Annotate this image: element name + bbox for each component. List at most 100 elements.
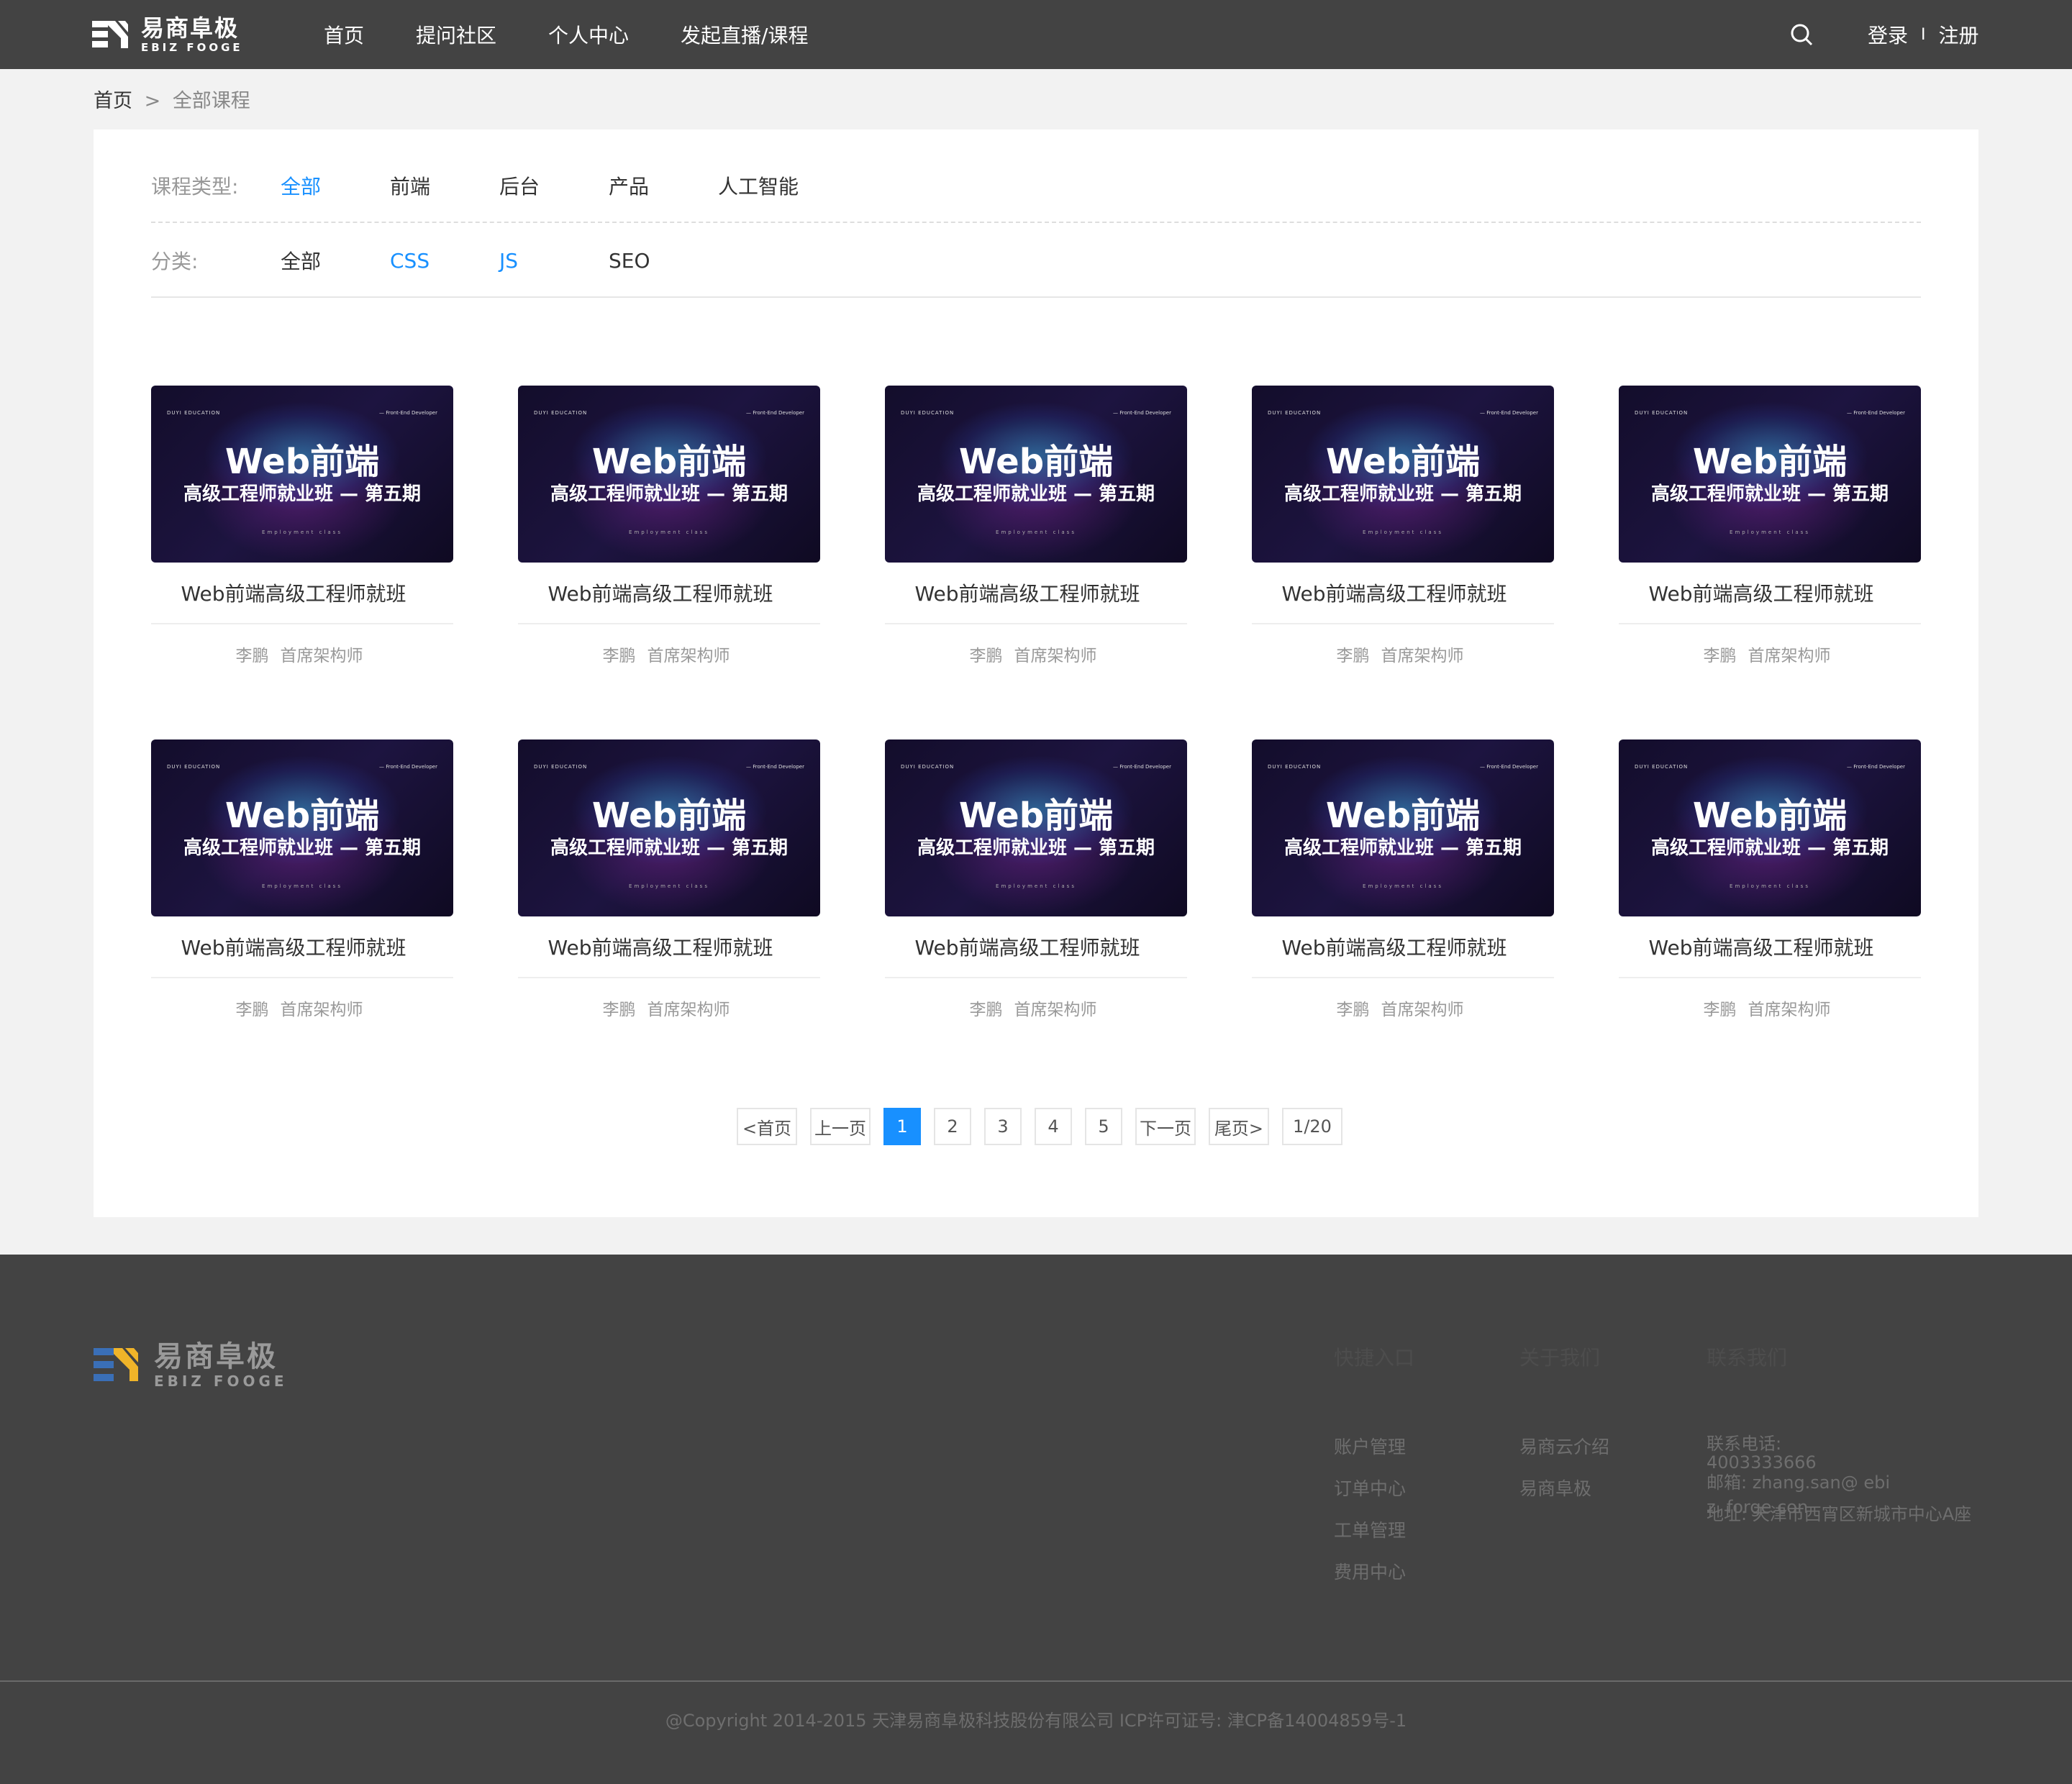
course-teacher: 李鹏 (969, 647, 1003, 665)
course-thumbnail[interactable]: DUYI EDUCATION — Front-End Developer Web… (1252, 386, 1554, 563)
course-thumbnail[interactable]: DUYI EDUCATION — Front-End Developer Web… (1619, 739, 1921, 916)
course-title[interactable]: Web前端高级工程师就班 (151, 578, 453, 607)
page-button-3[interactable]: 3 (984, 1108, 1022, 1145)
nav-home[interactable]: 首页 (324, 20, 364, 49)
thumbnail-title: Web前端 (591, 442, 747, 482)
thumbnail-caption: Employment class (996, 529, 1076, 535)
footer-link-company[interactable]: 易商阜极 (1519, 1475, 1609, 1516)
type-option-backend[interactable]: 后台 (499, 171, 563, 200)
footer-link-orders[interactable]: 订单中心 (1334, 1475, 1414, 1516)
course-title[interactable]: Web前端高级工程师就班 (1619, 932, 1921, 961)
type-option-product[interactable]: 产品 (609, 171, 672, 200)
page-next-button[interactable]: 下一页 (1135, 1108, 1196, 1145)
course-card[interactable]: DUYI EDUCATION — Front-End Developer Web… (1252, 739, 1554, 1019)
breadcrumb-current: 全部课程 (172, 90, 250, 112)
page-button-1[interactable]: 1 (883, 1108, 921, 1145)
course-teacher-role: 首席架构师 (1014, 1001, 1097, 1019)
category-filter: 分类: 全部 CSS JS SEO (151, 246, 718, 275)
course-card-divider (885, 623, 1187, 624)
course-thumbnail[interactable]: DUYI EDUCATION — Front-End Developer Web… (1619, 386, 1921, 563)
course-meta: 李鹏 首席架构师 (885, 996, 1187, 1020)
course-card[interactable]: DUYI EDUCATION — Front-End Developer Web… (885, 386, 1187, 665)
footer-logo-text-en: EBIZ FOOGE (154, 1373, 288, 1390)
type-option-frontend[interactable]: 前端 (390, 171, 453, 200)
page-last-button[interactable]: 尾页> (1209, 1108, 1269, 1145)
thumbnail-corner: — Front-End Developer (379, 410, 437, 416)
thumbnail-subtitle: 高级工程师就业班 — 第五期 (1283, 837, 1522, 859)
page-button-4[interactable]: 4 (1035, 1108, 1072, 1145)
thumbnail-brand: DUYI EDUCATION (901, 410, 955, 416)
course-card[interactable]: DUYI EDUCATION — Front-End Developer Web… (518, 739, 820, 1019)
course-meta: 李鹏 首席架构师 (1619, 642, 1921, 666)
category-option-css[interactable]: CSS (390, 249, 453, 273)
course-type-filter: 课程类型: 全部 前端 后台 产品 人工智能 (151, 171, 845, 200)
contact-phone-label: 联系电话: (1707, 1434, 1782, 1454)
course-teacher-role: 首席架构师 (647, 647, 730, 665)
thumbnail-title: Web前端 (958, 442, 1114, 482)
course-thumbnail[interactable]: DUYI EDUCATION — Front-End Developer Web… (885, 386, 1187, 563)
search-icon[interactable] (1790, 23, 1813, 46)
login-link[interactable]: 登录 (1868, 20, 1908, 49)
course-teacher-role: 首席架构师 (1748, 1001, 1831, 1019)
page-prev-button[interactable]: 上一页 (810, 1108, 871, 1145)
type-option-all[interactable]: 全部 (281, 171, 344, 200)
course-thumbnail[interactable]: DUYI EDUCATION — Front-End Developer Web… (518, 386, 820, 563)
course-card[interactable]: DUYI EDUCATION — Front-End Developer Web… (151, 386, 453, 665)
page-button-2[interactable]: 2 (934, 1108, 971, 1145)
type-option-ai[interactable]: 人工智能 (718, 171, 799, 200)
course-title[interactable]: Web前端高级工程师就班 (518, 932, 820, 961)
page-first-button[interactable]: <首页 (737, 1108, 797, 1145)
course-title[interactable]: Web前端高级工程师就班 (1252, 932, 1554, 961)
breadcrumb-home[interactable]: 首页 (94, 90, 132, 112)
course-title[interactable]: Web前端高级工程师就班 (885, 932, 1187, 961)
thumbnail-caption: Employment class (629, 529, 709, 535)
footer-logo[interactable]: 易商阜极 EBIZ FOOGE (94, 1342, 288, 1388)
footer-link-tickets[interactable]: 工单管理 (1334, 1516, 1414, 1558)
course-thumbnail[interactable]: DUYI EDUCATION — Front-End Developer Web… (1252, 739, 1554, 916)
course-card-divider (885, 977, 1187, 978)
footer-quick-heading: 快捷入口 (1334, 1346, 1415, 1370)
course-card[interactable]: DUYI EDUCATION — Front-End Developer Web… (1619, 386, 1921, 665)
category-option-js[interactable]: JS (499, 249, 563, 273)
course-meta: 李鹏 首席架构师 (885, 642, 1187, 666)
site-logo[interactable]: 易商阜极 EBIZ FOOGE (92, 16, 243, 53)
course-card[interactable]: DUYI EDUCATION — Front-End Developer Web… (151, 739, 453, 1019)
course-title[interactable]: Web前端高级工程师就班 (518, 578, 820, 607)
course-teacher-role: 首席架构师 (1381, 647, 1464, 665)
course-thumbnail[interactable]: DUYI EDUCATION — Front-End Developer Web… (151, 386, 453, 563)
thumbnail-title: Web前端 (1325, 796, 1481, 836)
course-title[interactable]: Web前端高级工程师就班 (1252, 578, 1554, 607)
course-card[interactable]: DUYI EDUCATION — Front-End Developer Web… (885, 739, 1187, 1019)
course-card[interactable]: DUYI EDUCATION — Front-End Developer Web… (1252, 386, 1554, 665)
footer-link-billing[interactable]: 费用中心 (1334, 1558, 1414, 1600)
logo-icon (92, 18, 128, 51)
course-thumbnail[interactable]: DUYI EDUCATION — Front-End Developer Web… (885, 739, 1187, 916)
category-option-all[interactable]: 全部 (281, 246, 344, 275)
thumbnail-corner: — Front-End Developer (1480, 410, 1538, 416)
thumbnail-brand: DUYI EDUCATION (534, 410, 588, 416)
nav-community[interactable]: 提问社区 (416, 20, 496, 49)
course-teacher: 李鹏 (235, 1001, 269, 1019)
nav-personal-center[interactable]: 个人中心 (548, 20, 629, 49)
footer-link-cloud-intro[interactable]: 易商云介绍 (1519, 1433, 1609, 1475)
course-teacher: 李鹏 (1336, 647, 1370, 665)
nav-start-live[interactable]: 发起直播/课程 (681, 20, 808, 49)
course-thumbnail[interactable]: DUYI EDUCATION — Front-End Developer Web… (151, 739, 453, 916)
register-link[interactable]: 注册 (1939, 20, 1979, 49)
course-title[interactable]: Web前端高级工程师就班 (1619, 578, 1921, 607)
contact-phone: 4003333666 (1707, 1452, 1817, 1473)
course-title[interactable]: Web前端高级工程师就班 (151, 932, 453, 961)
auth-links: 登录 I 注册 (1868, 0, 1979, 69)
course-title[interactable]: Web前端高级工程师就班 (885, 578, 1187, 607)
footer-link-account[interactable]: 账户管理 (1334, 1433, 1414, 1475)
category-option-seo[interactable]: SEO (609, 249, 672, 273)
auth-separator: I (1921, 25, 1926, 44)
thumbnail-subtitle: 高级工程师就业班 — 第五期 (183, 837, 422, 859)
course-card[interactable]: DUYI EDUCATION — Front-End Developer Web… (1619, 739, 1921, 1019)
page-button-5[interactable]: 5 (1085, 1108, 1122, 1145)
thumbnail-title: Web前端 (1692, 796, 1848, 836)
course-grid: DUYI EDUCATION — Front-End Developer Web… (151, 386, 1921, 1019)
course-thumbnail[interactable]: DUYI EDUCATION — Front-End Developer Web… (518, 739, 820, 916)
course-card[interactable]: DUYI EDUCATION — Front-End Developer Web… (518, 386, 820, 665)
top-navbar: 易商阜极 EBIZ FOOGE 首页 提问社区 个人中心 发起直播/课程 登录 … (0, 0, 2072, 69)
